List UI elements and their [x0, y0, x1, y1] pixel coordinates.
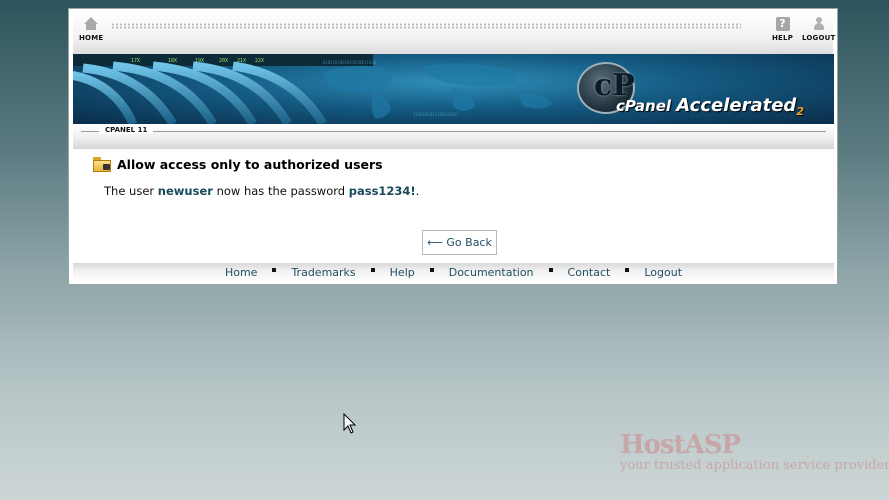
locked-folder-icon [93, 157, 111, 172]
svg-text:0101101001011010011010: 0101101001011010011010 [323, 60, 377, 65]
hostasp-watermark: HostASP your trusted application service… [620, 430, 889, 473]
main-content: Allow access only to authorized users Th… [73, 149, 834, 261]
footer-nav: Home Trademarks Help Documentation Conta… [73, 263, 834, 282]
footer-link-home[interactable]: Home [225, 266, 257, 279]
svg-text:1100101011100101011: 1100101011100101011 [413, 112, 459, 117]
footer-separator [548, 267, 553, 272]
footer-link-help[interactable]: Help [390, 266, 415, 279]
footer-link-trademarks[interactable]: Trademarks [291, 266, 355, 279]
cpanel-window: HOME ? HELP LOGOUT 17X 18X 19X 20X 21X 2… [68, 8, 838, 285]
footer-link-contact[interactable]: Contact [568, 266, 611, 279]
footer-link-documentation[interactable]: Documentation [449, 266, 534, 279]
page-heading: Allow access only to authorized users [93, 157, 383, 172]
logout-button[interactable]: LOGOUT [802, 17, 836, 42]
top-toolbar: HOME ? HELP LOGOUT [73, 13, 836, 56]
svg-text:18X: 18X [168, 58, 177, 64]
watermark-subtitle: your trusted application service provide… [620, 458, 889, 473]
status-message: The user newuser now has the password pa… [104, 184, 420, 198]
footer-link-logout[interactable]: Logout [644, 266, 682, 279]
section-header-bar: CPANEL 11 [73, 125, 834, 149]
home-label: HOME [79, 34, 104, 42]
section-label: CPANEL 11 [99, 126, 154, 134]
footer-separator [429, 267, 434, 272]
svg-text:21X: 21X [237, 58, 246, 64]
cpanel-banner: 17X 18X 19X 20X 21X 22X 01011010010110100110… [73, 54, 834, 124]
home-button[interactable]: HOME [79, 17, 103, 42]
go-back-button[interactable]: ⟵ Go Back [422, 230, 497, 255]
help-icon: ? [775, 17, 790, 31]
footer-separator [272, 267, 277, 272]
svg-text:19X: 19X [195, 58, 204, 64]
world-map-graphic: 0101101001011010011010 11001010111001010… [323, 60, 553, 119]
footer-separator [625, 267, 630, 272]
cpanel-logo-text: cPanel Accelerated2 [616, 95, 804, 118]
help-button[interactable]: ? HELP [772, 17, 793, 42]
user-logout-icon [812, 17, 826, 31]
password-value: pass1234! [348, 184, 416, 198]
username-value: newuser [157, 184, 213, 198]
home-icon [84, 17, 99, 31]
page-title: Allow access only to authorized users [117, 157, 383, 172]
footer-separator [370, 267, 375, 272]
mouse-cursor-icon [343, 413, 357, 434]
svg-text:17X: 17X [131, 58, 140, 64]
svg-text:22X: 22X [255, 58, 264, 64]
svg-text:20X: 20X [219, 58, 228, 64]
help-label: HELP [772, 34, 794, 42]
toolbar-dotted-divider [111, 23, 741, 29]
logout-label: LOGOUT [802, 34, 836, 42]
watermark-title: HostASP [620, 430, 741, 460]
